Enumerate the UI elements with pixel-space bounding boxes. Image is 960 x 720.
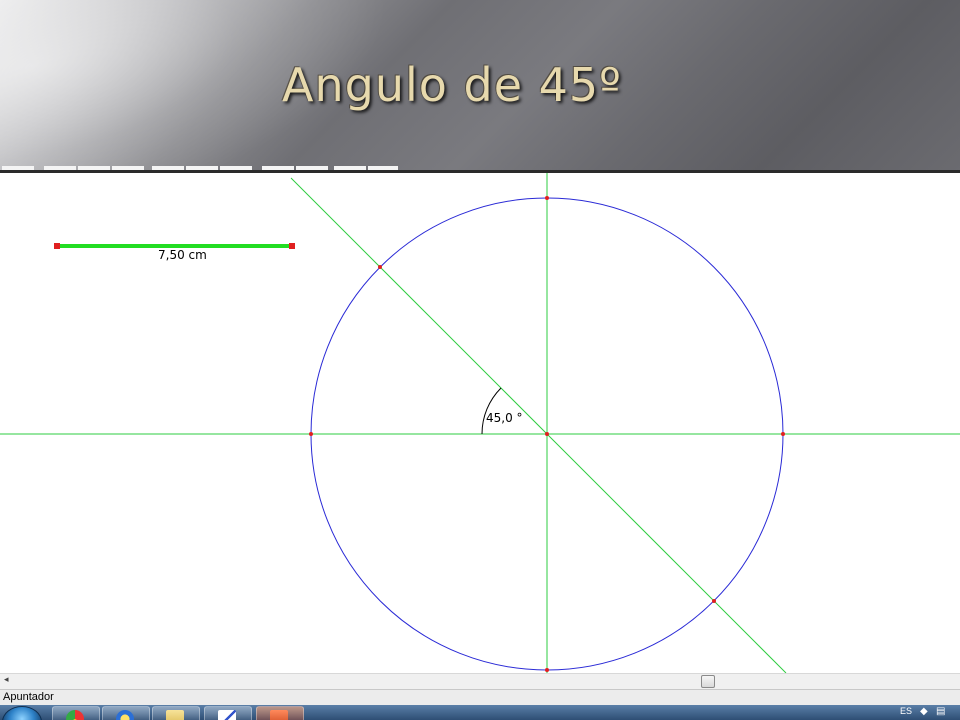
point-center[interactable]: [545, 432, 549, 436]
point-top[interactable]: [545, 196, 549, 200]
presentation-slide: Angulo de 45º 45,0 ° 7,50 cm ◂ Apuntador…: [0, 0, 960, 720]
taskbar-app-folder[interactable]: [152, 706, 200, 720]
taskbar-app-2[interactable]: [102, 706, 150, 720]
segment-endpoint-a[interactable]: [54, 243, 60, 249]
tray-language[interactable]: ES: [900, 706, 912, 716]
diagonal-line[interactable]: [290, 177, 787, 673]
segment-measure-label: 7,50 cm: [158, 248, 207, 262]
shield-icon[interactable]: ◆: [920, 707, 930, 717]
horizontal-scrollbar[interactable]: ◂: [0, 673, 960, 689]
status-mode-text: Apuntador: [3, 691, 54, 703]
start-button[interactable]: [2, 706, 42, 720]
point-intersection-lower[interactable]: [712, 599, 716, 603]
slide-title-banner: Angulo de 45º: [0, 0, 960, 172]
chrome-icon: [66, 710, 84, 720]
point-left[interactable]: [309, 432, 313, 436]
taskbar: ES ◆ ▤: [0, 705, 960, 720]
taskbar-app-geometry[interactable]: [204, 706, 252, 720]
angle-label: 45,0 °: [486, 411, 523, 425]
slide-title: Angulo de 45º: [282, 58, 622, 112]
status-bar: Apuntador: [0, 689, 960, 706]
point-bottom[interactable]: [545, 668, 549, 672]
network-icon[interactable]: ▤: [936, 707, 946, 717]
powerpoint-icon: [270, 710, 288, 720]
taskbar-app-chrome[interactable]: [52, 706, 100, 720]
geometry-canvas[interactable]: 45,0 ° 7,50 cm: [0, 173, 960, 673]
folder-icon: [166, 710, 184, 720]
scroll-left-icon[interactable]: ◂: [4, 675, 9, 685]
point-right[interactable]: [781, 432, 785, 436]
app-icon: [116, 710, 134, 720]
geometry-drawing: 45,0 ° 7,50 cm: [0, 173, 960, 673]
scrollbar-thumb[interactable]: [701, 675, 715, 688]
point-intersection-upper[interactable]: [378, 265, 382, 269]
segment-endpoint-b[interactable]: [289, 243, 295, 249]
geometry-app-icon: [218, 710, 236, 720]
taskbar-app-powerpoint[interactable]: [256, 706, 304, 720]
